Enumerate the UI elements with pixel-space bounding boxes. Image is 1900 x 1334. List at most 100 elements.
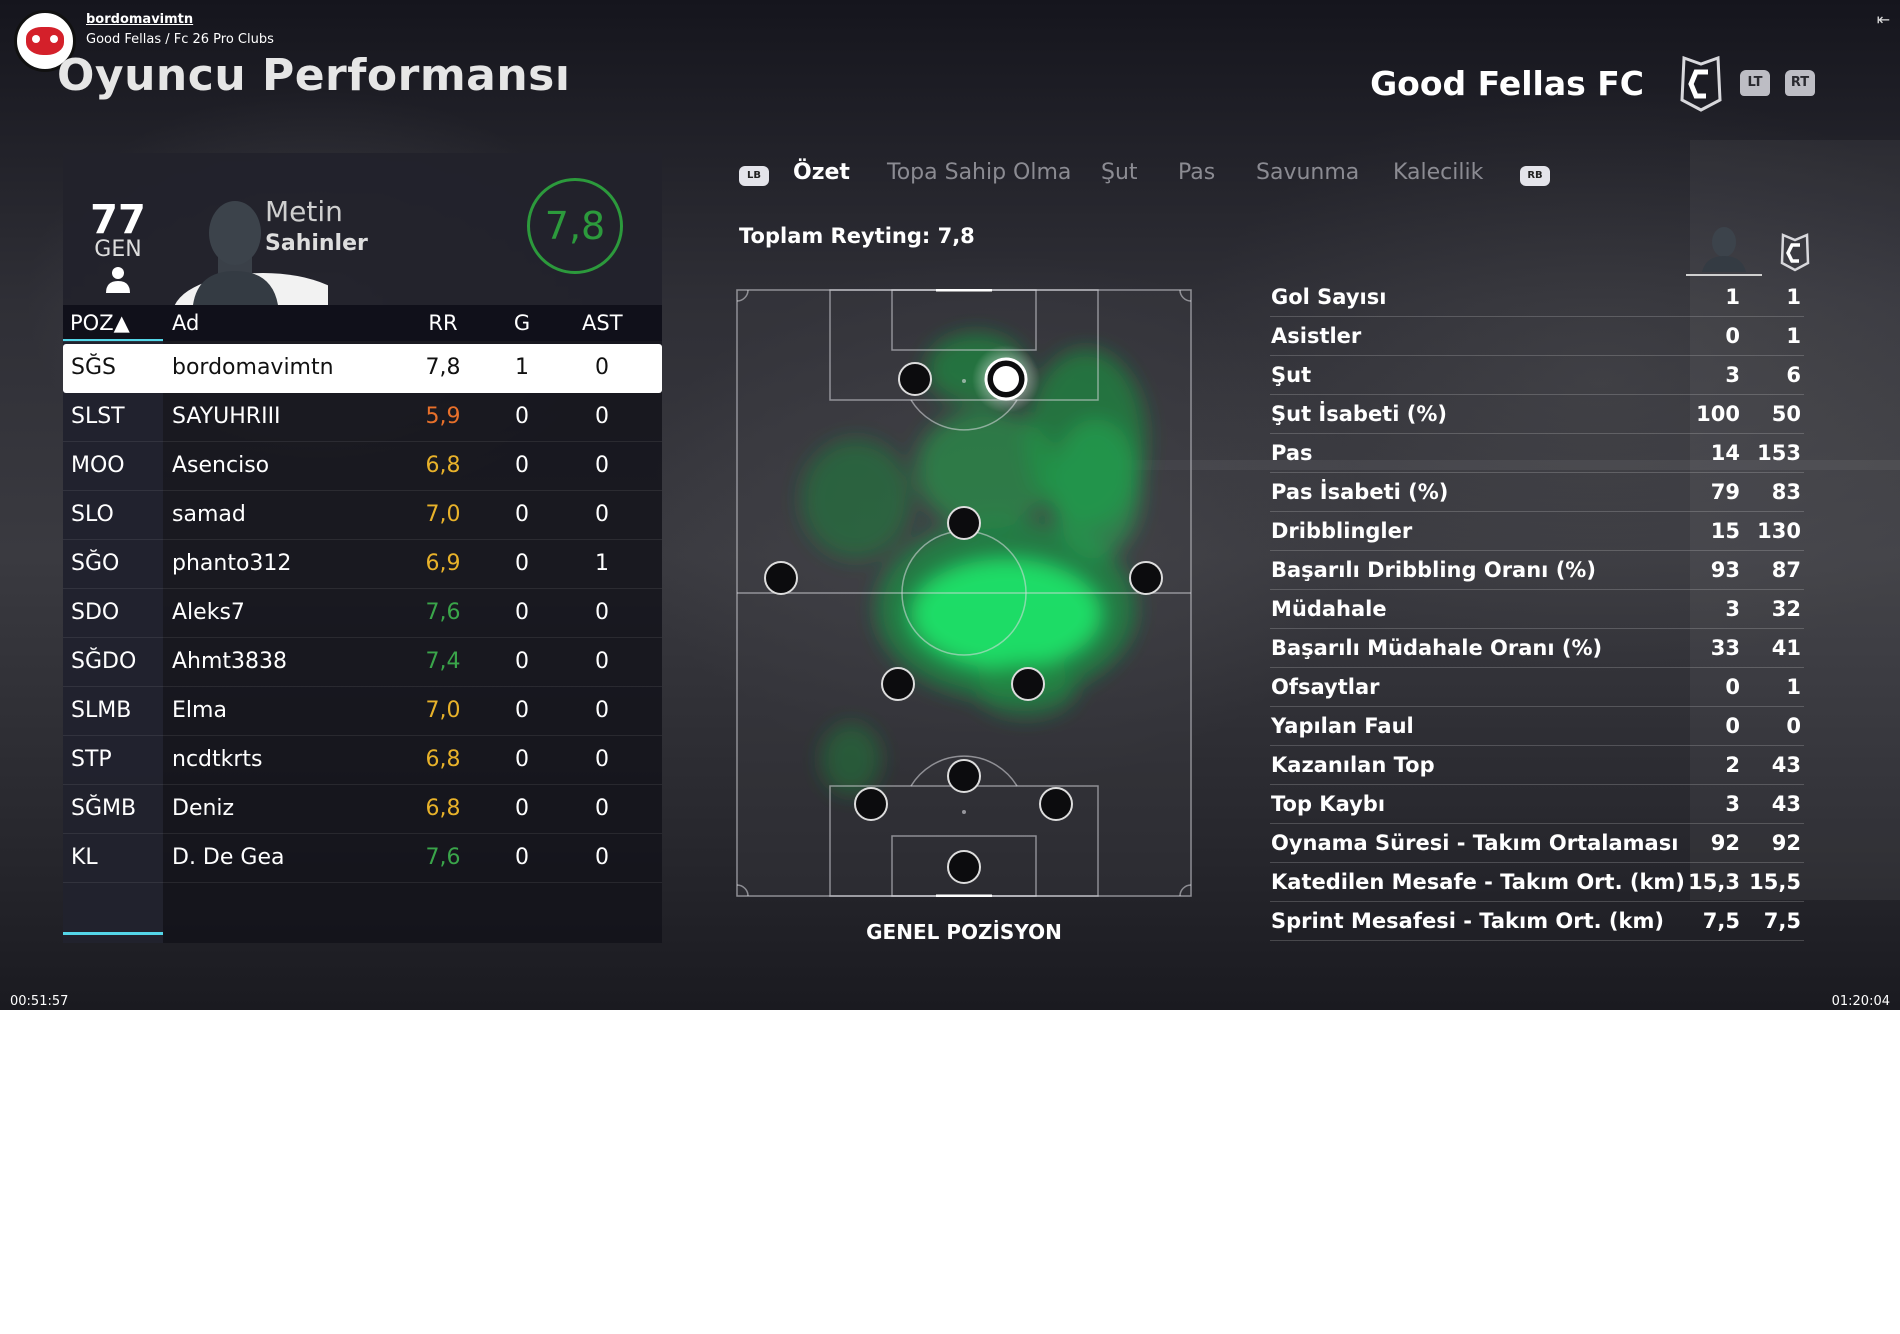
stat-team-value: 87 bbox=[1771, 558, 1801, 582]
stat-team-value: 153 bbox=[1757, 441, 1801, 465]
stat-row: Yapılan Faul 0 0 bbox=[1270, 707, 1804, 746]
stat-player-value: 79 bbox=[1710, 480, 1740, 504]
cell-position: MOO bbox=[71, 453, 125, 478]
player-last-name: Sahinler bbox=[265, 231, 368, 256]
stat-player-value: 93 bbox=[1710, 558, 1740, 582]
stat-team-value: 1 bbox=[1786, 675, 1801, 699]
cell-goals: 0 bbox=[515, 747, 529, 772]
video-time-elapsed: 00:51:57 bbox=[10, 994, 69, 1009]
table-row[interactable]: SDO Aleks7 7,6 0 0 bbox=[63, 589, 662, 638]
stream-subtitle: Good Fellas / Fc 26 Pro Clubs bbox=[86, 32, 274, 47]
exit-arrow-icon[interactable]: ⇤ bbox=[1877, 10, 1890, 29]
cell-assists: 0 bbox=[595, 502, 609, 527]
cell-rating: 6,8 bbox=[425, 747, 461, 772]
cell-name: Aleks7 bbox=[172, 600, 245, 625]
stat-team-value: 43 bbox=[1771, 792, 1801, 816]
total-rating: Toplam Reyting: 7,8 bbox=[739, 224, 975, 248]
table-row[interactable]: SĞDO Ahmt3838 7,4 0 0 bbox=[63, 638, 662, 687]
table-row[interactable]: SLST SAYUHRIII 5,9 0 0 bbox=[63, 393, 662, 442]
rb-button[interactable]: RB bbox=[1520, 166, 1550, 186]
cell-goals: 0 bbox=[515, 600, 529, 625]
pitch-heatmap bbox=[736, 289, 1192, 897]
cell-rating: 7,8 bbox=[425, 355, 461, 380]
stat-team-value: 0 bbox=[1786, 714, 1801, 738]
player-marker bbox=[947, 506, 981, 540]
selected-player-core bbox=[993, 366, 1019, 392]
lb-button[interactable]: LB bbox=[739, 166, 769, 186]
stat-player-value: 1 bbox=[1725, 285, 1740, 309]
player-first-name: Metin bbox=[265, 195, 343, 228]
header-rr[interactable]: RR bbox=[423, 305, 463, 341]
tab-ozet[interactable]: Özet bbox=[793, 160, 850, 185]
cell-name: Deniz bbox=[172, 796, 235, 821]
logo-eye-left bbox=[32, 35, 40, 43]
cell-assists: 0 bbox=[595, 796, 609, 821]
cell-rating: 7,6 bbox=[425, 845, 461, 870]
cell-position: KL bbox=[71, 845, 98, 870]
table-row[interactable]: MOO Asenciso 6,8 0 0 bbox=[63, 442, 662, 491]
cell-goals: 0 bbox=[515, 551, 529, 576]
stat-label: Pas bbox=[1271, 441, 1313, 465]
stat-label: Sprint Mesafesi - Takım Ort. (km) bbox=[1271, 909, 1664, 933]
header-g[interactable]: G bbox=[502, 305, 542, 341]
stat-team-value: 7,5 bbox=[1763, 909, 1801, 933]
stat-player-value: 3 bbox=[1725, 597, 1740, 621]
page-title: Oyuncu Performansı bbox=[57, 50, 571, 101]
stat-label: Başarılı Dribbling Oranı (%) bbox=[1271, 558, 1596, 582]
player-marker bbox=[947, 850, 981, 884]
table-row[interactable]: SLO samad 7,0 0 0 bbox=[63, 491, 662, 540]
player-marker bbox=[898, 362, 932, 396]
table-row[interactable]: STP ncdtkrts 6,8 0 0 bbox=[63, 736, 662, 785]
tab-savunma[interactable]: Savunma bbox=[1256, 160, 1359, 185]
cell-goals: 0 bbox=[515, 796, 529, 821]
stat-team-value: 83 bbox=[1771, 480, 1801, 504]
cell-name: samad bbox=[172, 502, 246, 527]
cell-goals: 1 bbox=[515, 355, 529, 380]
stat-player-value: 3 bbox=[1725, 792, 1740, 816]
stat-team-value: 15,5 bbox=[1749, 870, 1801, 894]
player-column-icon bbox=[1686, 227, 1762, 276]
table-row[interactable]: SĞMB Deniz 6,8 0 0 bbox=[63, 785, 662, 834]
stat-player-value: 0 bbox=[1725, 675, 1740, 699]
scroll-indicator bbox=[63, 932, 163, 935]
cell-rating: 6,8 bbox=[425, 453, 461, 478]
cell-assists: 0 bbox=[595, 747, 609, 772]
player-marker bbox=[881, 667, 915, 701]
stat-team-value: 1 bbox=[1786, 324, 1801, 348]
cell-name: phanto312 bbox=[172, 551, 292, 576]
logo-eye-right bbox=[50, 35, 58, 43]
stat-row: Dribblingler 15 130 bbox=[1270, 512, 1804, 551]
header-ad[interactable]: Ad bbox=[172, 305, 199, 341]
stat-player-value: 14 bbox=[1710, 441, 1740, 465]
players-table: SĞS bordomavimtn 7,8 1 0 SLST SAYUHRIII … bbox=[63, 344, 662, 883]
table-row[interactable]: SLMB Elma 7,0 0 0 bbox=[63, 687, 662, 736]
stat-player-value: 3 bbox=[1725, 363, 1740, 387]
table-row[interactable]: KL D. De Gea 7,6 0 0 bbox=[63, 834, 662, 883]
table-row[interactable]: SĞS bordomavimtn 7,8 1 0 bbox=[63, 344, 662, 393]
tab-sut[interactable]: Şut bbox=[1101, 160, 1138, 185]
cell-position: SLO bbox=[71, 502, 114, 527]
cell-rating: 7,0 bbox=[425, 698, 461, 723]
cell-assists: 1 bbox=[595, 551, 609, 576]
lt-button[interactable]: LT bbox=[1740, 70, 1770, 96]
table-row[interactable]: SĞO phanto312 6,9 0 1 bbox=[63, 540, 662, 589]
header-ast[interactable]: AST bbox=[582, 305, 623, 341]
stat-row: Ofsaytlar 0 1 bbox=[1270, 668, 1804, 707]
cell-assists: 0 bbox=[595, 600, 609, 625]
rt-button[interactable]: RT bbox=[1785, 70, 1815, 96]
stat-label: Müdahale bbox=[1271, 597, 1387, 621]
cell-assists: 0 bbox=[595, 845, 609, 870]
tab-pas[interactable]: Pas bbox=[1178, 160, 1215, 185]
cell-position: SĞDO bbox=[71, 649, 137, 674]
cell-goals: 0 bbox=[515, 453, 529, 478]
header-poz[interactable]: POZ▲ bbox=[70, 305, 130, 341]
streamer-username[interactable]: bordomavimtn bbox=[86, 12, 193, 27]
cell-position: SĞMB bbox=[71, 796, 137, 821]
player-marker bbox=[854, 787, 888, 821]
tab-kalecilik[interactable]: Kalecilik bbox=[1393, 160, 1483, 185]
stat-team-value: 1 bbox=[1786, 285, 1801, 309]
cell-goals: 0 bbox=[515, 649, 529, 674]
tab-topa-sahip-olma[interactable]: Topa Sahip Olma bbox=[887, 160, 1071, 185]
stat-label: Gol Sayısı bbox=[1271, 285, 1387, 309]
cell-name: Elma bbox=[172, 698, 227, 723]
